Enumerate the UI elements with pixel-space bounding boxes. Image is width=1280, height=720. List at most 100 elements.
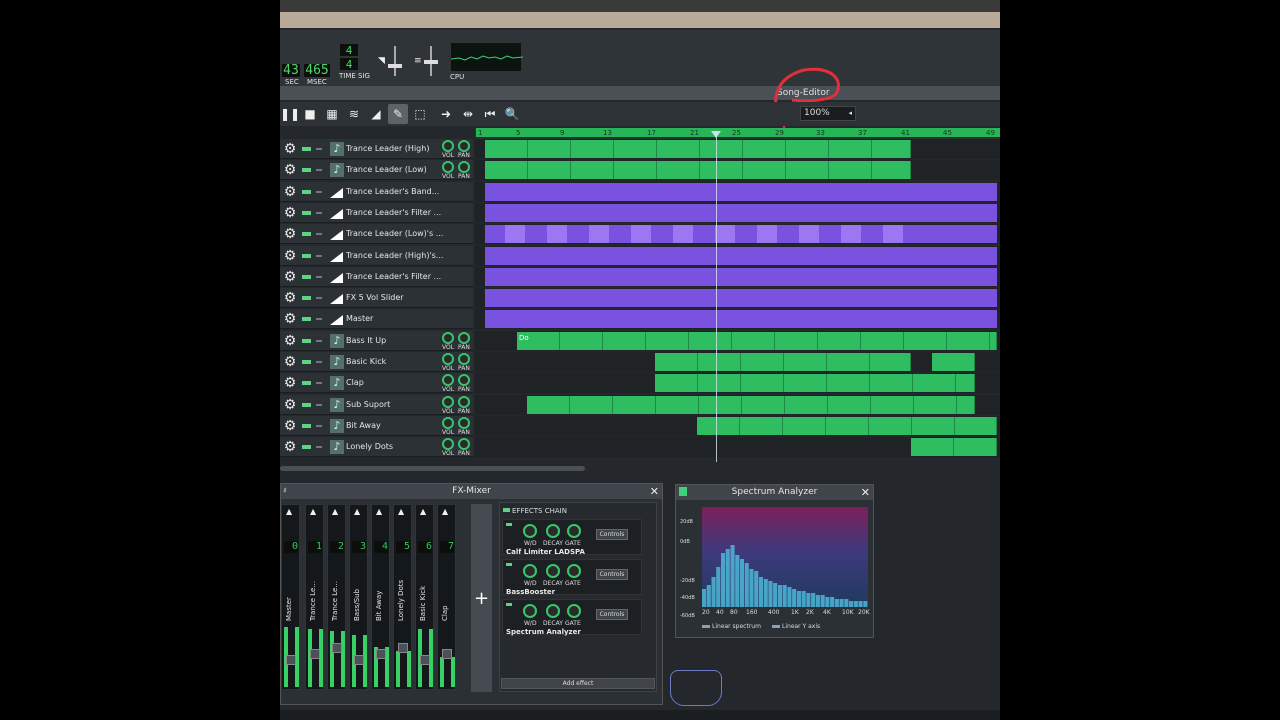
mute-toggle[interactable]	[302, 253, 311, 258]
solo-toggle[interactable]	[316, 233, 322, 236]
mute-toggle[interactable]	[302, 274, 311, 279]
wet-dry-knob[interactable]	[523, 524, 537, 538]
track-lane[interactable]	[475, 245, 1000, 266]
solo-toggle[interactable]	[316, 318, 322, 321]
automation-point-block[interactable]	[757, 225, 777, 244]
channel-name[interactable]: Bass/Sub	[353, 561, 365, 621]
pattern-clip[interactable]	[570, 395, 613, 414]
pattern-clip[interactable]	[957, 395, 975, 414]
pattern-clip[interactable]	[603, 331, 646, 350]
pattern-clip[interactable]	[742, 395, 785, 414]
mute-toggle[interactable]	[302, 360, 311, 364]
mixer-channel-strip[interactable]: ▲ 2 Trance Le...	[327, 504, 346, 690]
zoom-select[interactable]: 100% ◂	[800, 106, 856, 121]
solo-toggle[interactable]	[316, 361, 322, 363]
pattern-clip[interactable]	[689, 331, 732, 350]
track-name[interactable]: Trance Leader's Filter ...	[346, 208, 441, 217]
pattern-clip[interactable]	[913, 374, 956, 393]
track-name[interactable]: Trance Leader's Band...	[346, 187, 439, 196]
gear-icon[interactable]: ⚙	[282, 311, 298, 327]
automation-clip[interactable]	[485, 182, 997, 201]
automation-point-block[interactable]	[799, 225, 819, 244]
pattern-clip[interactable]	[657, 161, 700, 180]
mixer-channel-strip[interactable]: ▲ 4 Bit Away	[371, 504, 390, 690]
track-lane[interactable]	[475, 415, 1000, 436]
volume-fader[interactable]	[442, 649, 452, 659]
pattern-clip[interactable]	[655, 374, 698, 393]
track-name[interactable]: Lonely Dots	[346, 442, 393, 451]
automation-track-icon[interactable]	[330, 251, 343, 262]
add-automation-track-icon[interactable]: ◢	[366, 104, 386, 124]
track-lane[interactable]	[475, 309, 1000, 330]
mixer-channel-strip[interactable]: ▲ 1 Trance Le...	[305, 504, 324, 690]
solo-toggle[interactable]	[316, 254, 322, 257]
track-lane[interactable]	[475, 352, 1000, 372]
volume-knob[interactable]	[442, 140, 454, 152]
effect-enable-toggle[interactable]	[506, 523, 512, 526]
volume-fader[interactable]	[398, 643, 408, 653]
volume-fader[interactable]	[420, 655, 430, 665]
gear-icon[interactable]: ⚙	[282, 333, 298, 349]
gear-icon[interactable]: ⚙	[282, 418, 298, 434]
effect-controls-button[interactable]: Controls	[596, 609, 628, 620]
pattern-clip[interactable]	[954, 438, 997, 457]
stop-behaviour-icon[interactable]: ⏮	[480, 104, 500, 124]
send-arrow-icon[interactable]: ▲	[332, 507, 338, 516]
pattern-clip[interactable]	[700, 161, 743, 180]
effects-chain-toggle[interactable]	[503, 508, 510, 512]
draw-mode-icon[interactable]: ✎	[388, 104, 408, 124]
pattern-clip[interactable]	[870, 374, 913, 393]
mute-toggle[interactable]	[302, 423, 311, 428]
solo-toggle[interactable]	[316, 446, 322, 449]
pattern-clip[interactable]	[743, 161, 786, 180]
pattern-clip[interactable]	[829, 140, 872, 158]
effect-controls-button[interactable]: Controls	[596, 529, 628, 540]
gate-knob[interactable]	[567, 604, 581, 618]
mute-toggle[interactable]	[302, 147, 311, 151]
channel-name[interactable]: Trance Le...	[309, 561, 321, 621]
pan-knob[interactable]	[458, 353, 470, 365]
volume-knob[interactable]	[442, 331, 454, 344]
pattern-clip[interactable]	[697, 416, 740, 435]
pattern-clip[interactable]	[785, 395, 828, 414]
mute-toggle[interactable]	[302, 402, 311, 407]
pattern-clip[interactable]	[869, 416, 912, 435]
solo-toggle[interactable]	[316, 339, 322, 342]
pattern-clip[interactable]	[871, 395, 914, 414]
send-arrow-icon[interactable]: ▲	[442, 507, 448, 516]
instrument-icon[interactable]: ♪	[330, 418, 344, 433]
loop-points-icon[interactable]: ⇹	[458, 104, 478, 124]
pattern-clip[interactable]	[827, 353, 870, 371]
instrument-icon[interactable]: ♪	[330, 142, 344, 156]
auto-scroll-icon[interactable]: ➜	[436, 104, 456, 124]
pattern-clip[interactable]	[947, 331, 990, 350]
gear-icon[interactable]: ⚙	[282, 226, 298, 242]
pattern-clip[interactable]	[826, 416, 869, 435]
wet-dry-knob[interactable]	[523, 604, 537, 618]
gear-icon[interactable]: ⚙	[282, 375, 298, 391]
track-name[interactable]: Master	[346, 314, 373, 323]
pattern-clip[interactable]	[861, 331, 904, 350]
pattern-clip[interactable]	[741, 353, 784, 371]
track-lane[interactable]	[475, 394, 1000, 415]
decay-knob[interactable]	[546, 564, 560, 578]
volume-fader[interactable]	[286, 655, 296, 665]
pattern-clip[interactable]	[732, 331, 775, 350]
send-arrow-icon[interactable]: ▲	[354, 507, 360, 516]
mixer-channel-strip[interactable]: ▲ 5 Lonely Dots	[393, 504, 412, 690]
automation-clip[interactable]	[485, 246, 997, 265]
automation-track-icon[interactable]	[330, 315, 343, 326]
solo-toggle[interactable]	[316, 275, 322, 278]
mute-toggle[interactable]	[302, 296, 311, 301]
add-pattern-track-icon[interactable]: ▦	[322, 104, 342, 124]
volume-knob[interactable]	[442, 416, 454, 429]
pattern-clip[interactable]	[655, 353, 698, 371]
pan-knob[interactable]	[458, 374, 470, 387]
pattern-clip[interactable]	[783, 416, 826, 435]
automation-point-block[interactable]	[589, 225, 609, 244]
effect-enable-toggle[interactable]	[506, 603, 512, 606]
pattern-clip[interactable]	[870, 353, 911, 371]
pattern-clip[interactable]	[646, 331, 689, 350]
pattern-clip[interactable]	[560, 331, 603, 350]
mute-toggle[interactable]	[302, 381, 311, 386]
